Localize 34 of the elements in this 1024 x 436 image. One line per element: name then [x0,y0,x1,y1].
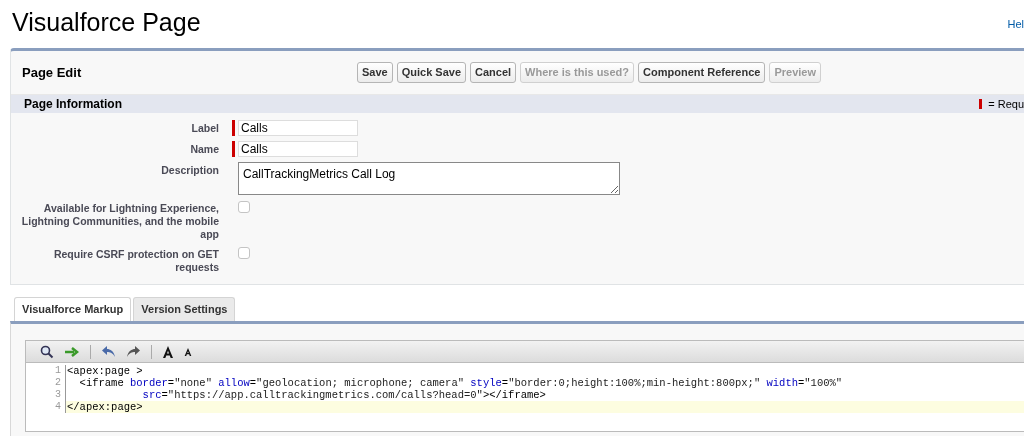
toolbar-button[interactable]: Component Reference [638,62,766,83]
field-label: Require CSRF protection on GET requests [52,247,219,274]
page-title: Visualforce Page [12,7,201,38]
text-field[interactable]: Calls [238,141,358,157]
panel-title: Page Edit [22,63,83,82]
arrow-right-icon[interactable] [64,345,80,358]
required-legend: = Requ [988,95,1024,113]
search-icon[interactable] [40,344,54,359]
field-label: Name [189,142,219,156]
toolbar-button[interactable]: Save [357,62,393,83]
font-smaller-icon[interactable] [184,347,192,356]
line-number: 1 [26,365,66,377]
help-link[interactable]: Hel [1007,16,1024,33]
field-label: Label [190,121,219,135]
code-line: <iframe border="none" allow="geolocation; microphone; camera" style="border:0;height:100%;min-height:800px;" width="100%" [78,377,844,389]
checkbox[interactable] [238,201,250,213]
text-field[interactable]: Calls [238,120,358,136]
undo-icon[interactable] [101,345,116,358]
toolbar-button[interactable]: Cancel [470,62,517,83]
tab[interactable]: Visualforce Markup [14,297,132,321]
font-larger-icon[interactable] [162,345,174,358]
redo-icon[interactable] [126,345,141,358]
description-field[interactable]: CallTrackingMetrics Call Log [238,162,620,195]
code-line: <apex:page > [66,365,144,377]
checkbox[interactable] [238,247,250,259]
field-label: Available for Lightning Experience, Lightning Communities, and the mobile app [20,201,219,241]
tab[interactable]: Version Settings [133,297,236,321]
field-label: Description [160,163,219,177]
toolbar-button[interactable]: Quick Save [396,62,467,83]
code-line: src="https://app.calltrackingmetrics.com/calls?head=0"></iframe> [142,389,547,401]
line-number: 3 [26,389,66,401]
line-number: 2 [26,377,66,389]
required-marker [979,99,983,109]
section-title: Page Information [24,96,122,113]
